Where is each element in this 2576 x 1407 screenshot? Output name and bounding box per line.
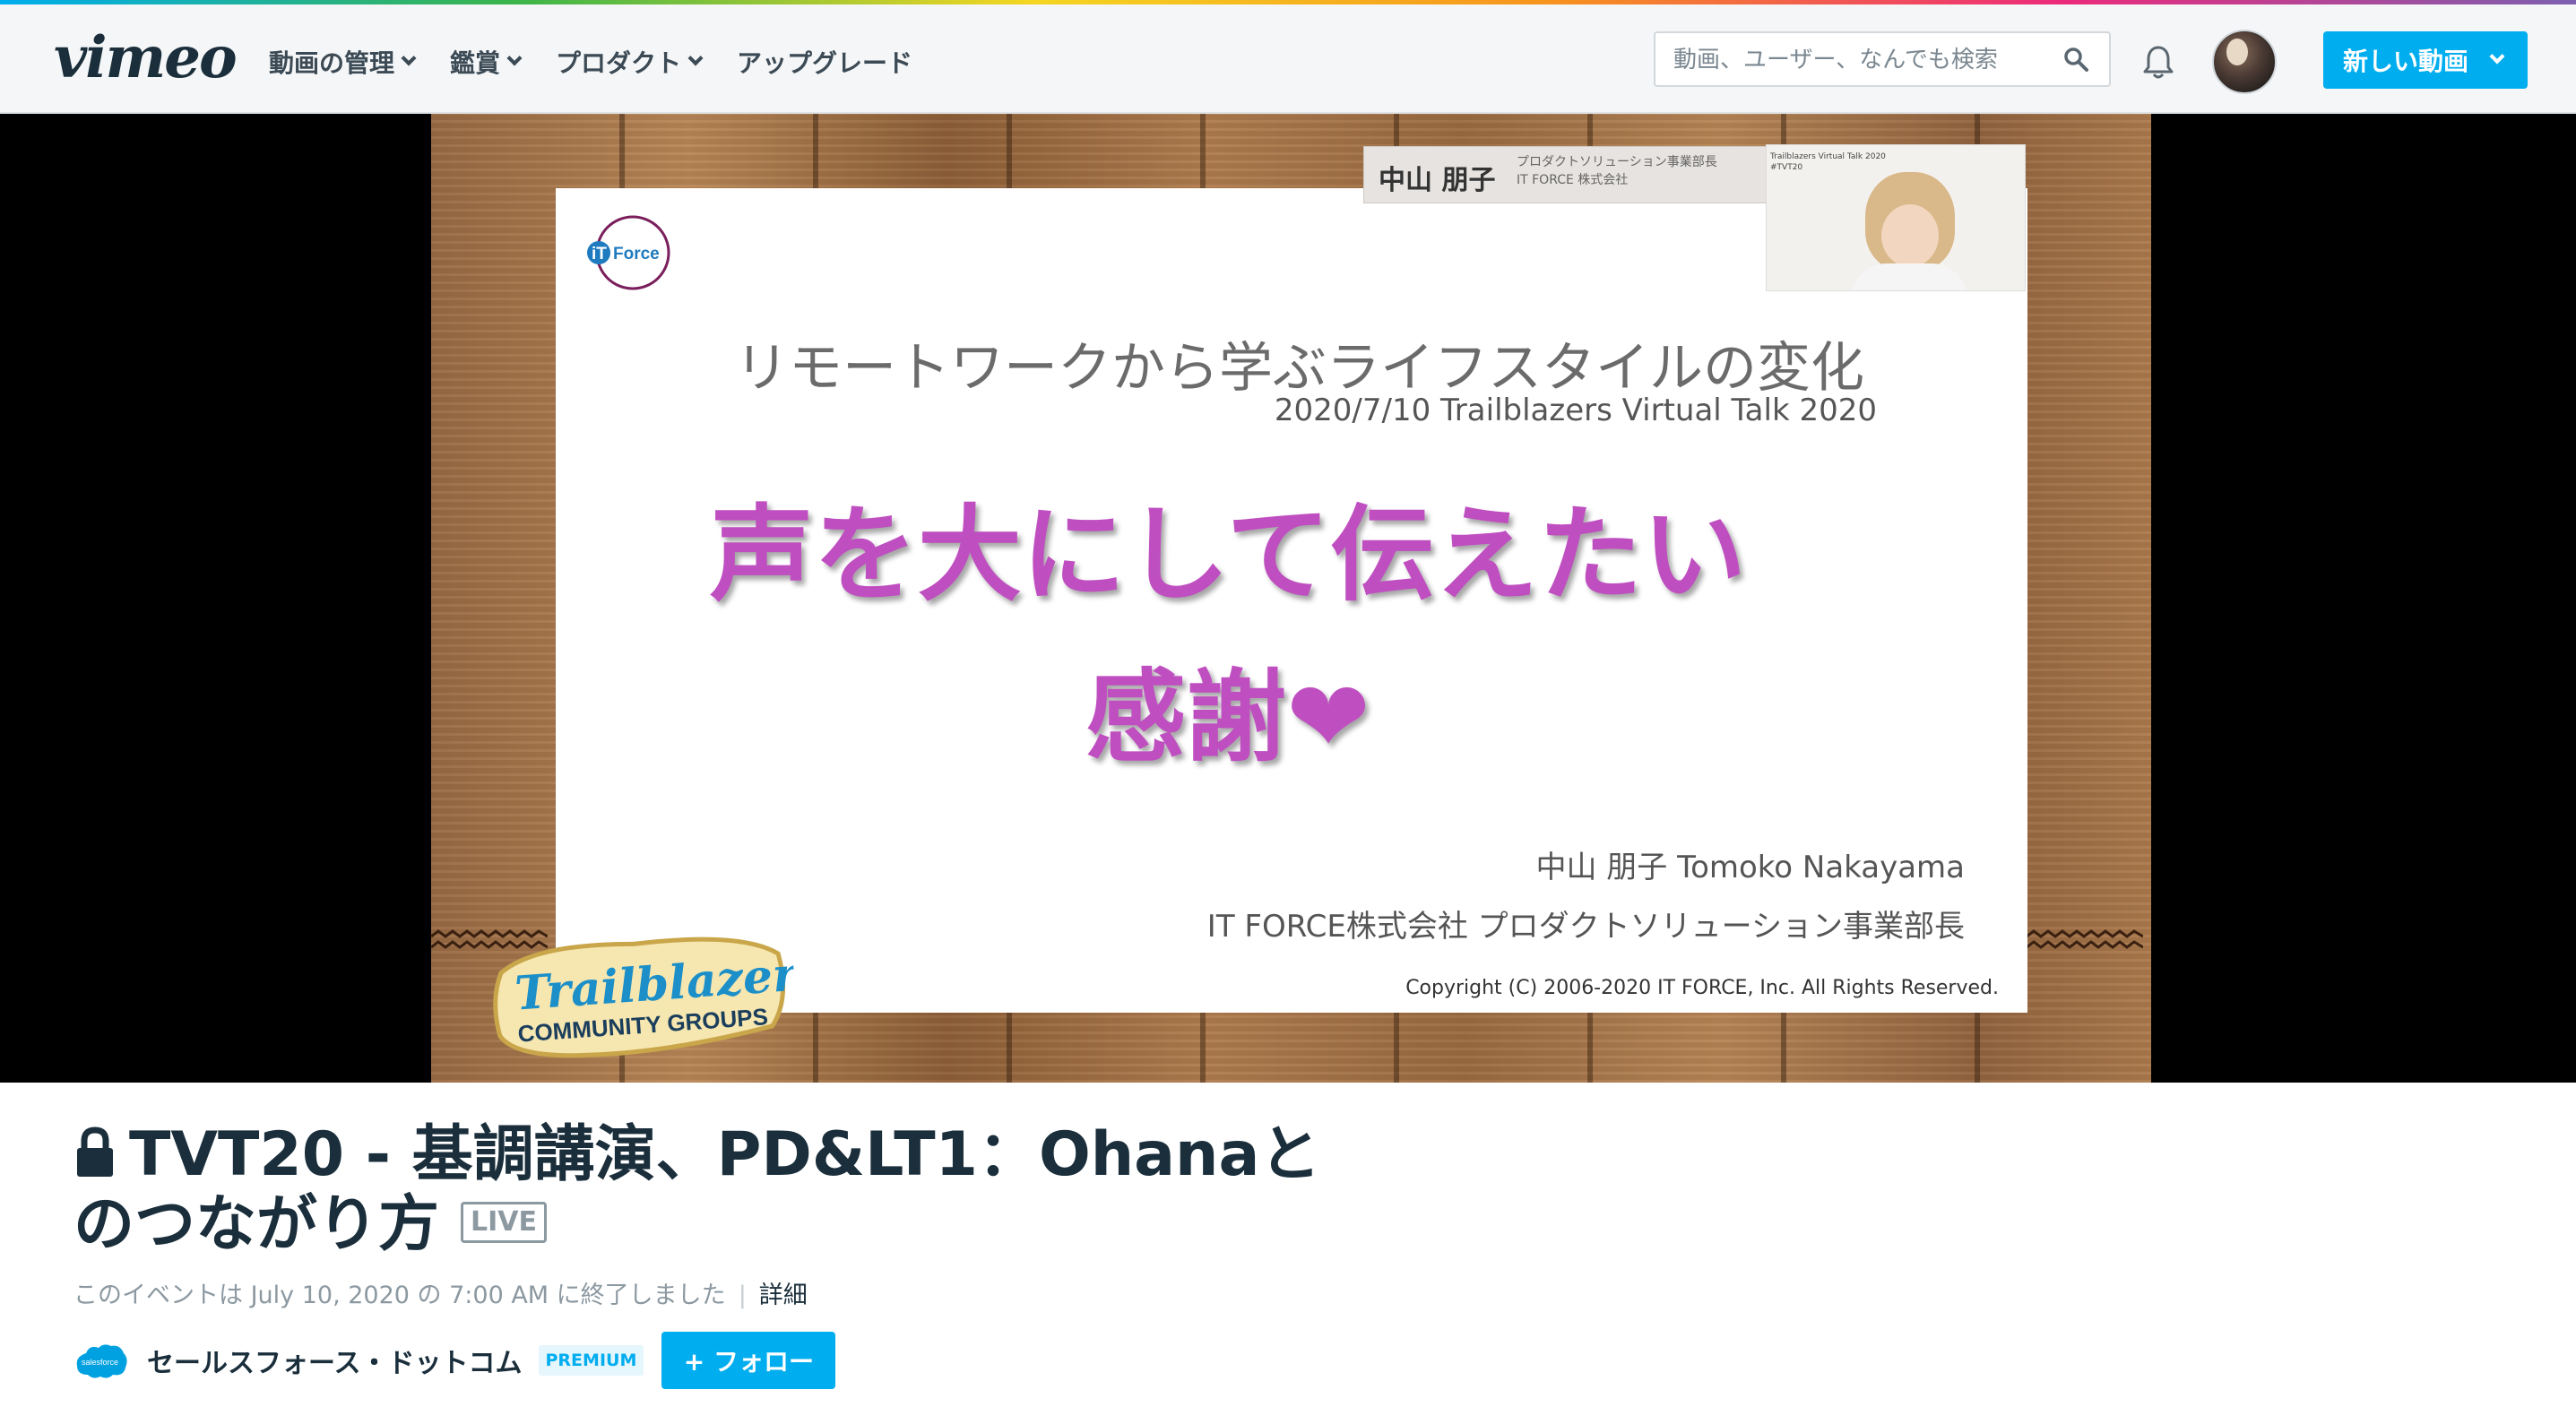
speaker-webcam: Trailblazers Virtual Talk 2020 #TVT20	[1766, 144, 2026, 291]
it-force-logo: iT Force	[587, 215, 670, 290]
event-status-text: このイベントは July 10, 2020 の 7:00 AM に終了しました	[73, 1282, 726, 1309]
top-navigation-bar: vimeo 動画の管理 鑑賞 プロダクト アップグレード 新しい動画	[0, 4, 2576, 114]
nametag-title: プロダクトソリューション事業部長	[1517, 155, 1717, 169]
speaker-body	[1851, 263, 1967, 290]
video-title-line1: TVT20 - 基調講演、PD&LT1：Ohanaと	[129, 1119, 1321, 1190]
divider: |	[738, 1282, 747, 1309]
nav-products[interactable]: プロダクト	[556, 44, 704, 80]
search-input[interactable]	[1673, 44, 2041, 76]
nametag-company: IT FORCE 株式会社	[1517, 172, 1629, 187]
video-title: TVT20 - 基調講演、PD&LT1：Ohanaと のつながり方 LIVE	[73, 1120, 1328, 1260]
follow-button[interactable]: + フォロー	[661, 1332, 836, 1389]
slide-title: リモートワークから学ぶライフスタイルの変化	[735, 337, 1864, 400]
slide-headline: 声を大にして伝えたい	[709, 495, 1747, 616]
chevron-down-icon	[2489, 48, 2505, 65]
nav-manage-videos[interactable]: 動画の管理	[269, 44, 417, 80]
chevron-down-icon	[401, 50, 417, 66]
nav-upgrade[interactable]: アップグレード	[737, 44, 912, 80]
live-badge: LIVE	[461, 1202, 548, 1244]
slide-speaker-name: 中山 朋子 Tomoko Nakayama	[1535, 850, 1965, 885]
video-player[interactable]: iT Force リモートワークから学ぶライフスタイルの変化 2020/7/10…	[0, 114, 2576, 1180]
new-video-button[interactable]: 新しい動画	[2323, 31, 2528, 89]
svg-text:salesforce: salesforce	[82, 1358, 118, 1367]
nav-watch-label: 鑑賞	[450, 48, 501, 78]
chevron-down-icon	[506, 50, 523, 66]
new-video-label: 新しい動画	[2343, 47, 2469, 76]
webcam-caption-line2: #TVT20	[1770, 162, 1803, 172]
slide-subtitle: 2020/7/10 Trailblazers Virtual Talk 2020	[1274, 393, 1877, 428]
slide-speaker-company: IT FORCE株式会社 プロダクトソリューション事業部長	[1206, 909, 1965, 945]
channel-info: salesforce セールスフォース・ドットコム PREMIUM + フォロー	[73, 1332, 836, 1389]
nametag-name: 中山 朋子	[1379, 165, 1496, 196]
search-box	[1654, 31, 2111, 87]
salesforce-logo[interactable]: salesforce	[73, 1341, 129, 1380]
chevron-down-icon	[687, 50, 704, 66]
speaker-face	[1881, 204, 1939, 267]
slide-copyright: Copyright (C) 2006-2020 IT FORCE, Inc. A…	[1405, 977, 1999, 999]
details-link[interactable]: 詳細	[759, 1282, 808, 1309]
webcam-caption: Trailblazers Virtual Talk 2020 #TVT20	[1770, 152, 1886, 173]
nav-manage-videos-label: 動画の管理	[269, 48, 395, 78]
notifications-bell-icon[interactable]	[2142, 44, 2174, 80]
webcam-caption-line1: Trailblazers Virtual Talk 2020	[1770, 152, 1886, 161]
video-details: TVT20 - 基調講演、PD&LT1：Ohanaと のつながり方 LIVE この…	[0, 1083, 2576, 1407]
trailblazer-community-badge: Trailblazer COMMUNITY GROUPS	[493, 937, 800, 1058]
presentation-slide: iT Force リモートワークから学ぶライフスタイルの変化 2020/7/10…	[556, 188, 2027, 1013]
channel-name[interactable]: セールスフォース・ドットコム	[147, 1341, 523, 1380]
svg-text:iT: iT	[592, 245, 607, 263]
video-title-line2: のつながり方	[73, 1189, 440, 1260]
lock-icon	[77, 1126, 113, 1178]
slide-headline-2: 感謝❤	[1085, 660, 1370, 776]
nav-upgrade-label: アップグレード	[737, 48, 913, 78]
nav-products-label: プロダクト	[556, 48, 682, 78]
video-frame: iT Force リモートワークから学ぶライフスタイルの変化 2020/7/10…	[431, 114, 2151, 1083]
search-icon[interactable]	[2062, 46, 2089, 73]
svg-text:Force: Force	[613, 245, 660, 263]
zigzag-decoration-right	[2026, 929, 2144, 953]
vimeo-logo[interactable]: vimeo	[54, 24, 238, 91]
user-avatar[interactable]	[2212, 30, 2277, 94]
event-status: このイベントは July 10, 2020 の 7:00 AM に終了しました |…	[73, 1275, 808, 1310]
speaker-nametag: 中山 朋子 プロダクトソリューション事業部長 IT FORCE 株式会社	[1363, 146, 1767, 203]
nametag-role: プロダクトソリューション事業部長 IT FORCE 株式会社	[1517, 154, 1717, 189]
premium-badge: PREMIUM	[538, 1345, 644, 1376]
nav-watch[interactable]: 鑑賞	[450, 44, 523, 80]
main-nav: 動画の管理 鑑賞 プロダクト アップグレード	[269, 44, 948, 80]
